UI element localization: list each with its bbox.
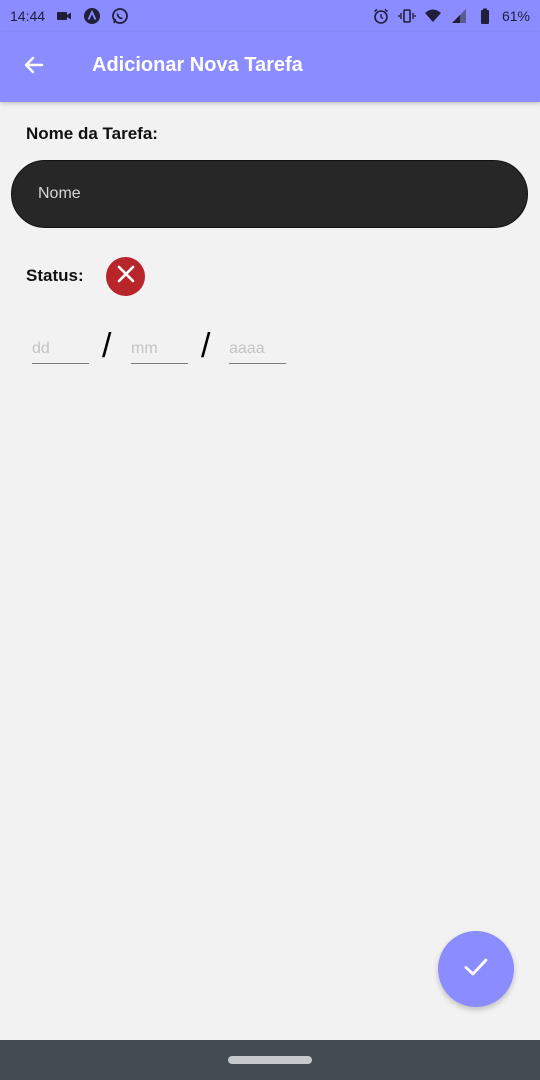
month-input[interactable] — [131, 328, 188, 364]
save-fab-button[interactable] — [438, 931, 514, 1007]
arrow-left-icon — [22, 53, 46, 82]
alarm-icon — [372, 7, 390, 25]
page-title: Adicionar Nova Tarefa — [92, 54, 303, 76]
battery-icon — [476, 7, 494, 25]
system-nav-bar — [0, 1040, 540, 1080]
status-bar-left: 14:44 — [10, 7, 129, 25]
date-separator: / — [102, 327, 112, 365]
status-time: 14:44 — [10, 8, 46, 24]
app-bar: Adicionar Nova Tarefa — [0, 32, 540, 102]
whatsapp-icon — [111, 7, 129, 25]
status-toggle-button[interactable] — [106, 257, 145, 296]
task-name-label: Nome da Tarefa: — [26, 124, 158, 143]
signal-icon — [450, 7, 468, 25]
wifi-icon — [424, 7, 442, 25]
status-bar: 14:44 61% — [0, 0, 540, 32]
check-icon — [461, 952, 491, 987]
task-name-input[interactable] — [11, 160, 528, 228]
day-input[interactable] — [32, 328, 89, 364]
date-separator: / — [201, 327, 211, 365]
back-button[interactable] — [14, 49, 54, 85]
app-a-icon — [83, 7, 101, 25]
video-icon — [55, 7, 73, 25]
close-icon — [115, 263, 137, 290]
home-gesture-handle[interactable] — [228, 1056, 312, 1064]
vibrate-icon — [398, 7, 416, 25]
status-bar-right: 61% — [372, 7, 530, 25]
status-label: Status: — [26, 266, 84, 285]
battery-percent: 61% — [501, 8, 530, 24]
year-input[interactable] — [229, 328, 286, 364]
